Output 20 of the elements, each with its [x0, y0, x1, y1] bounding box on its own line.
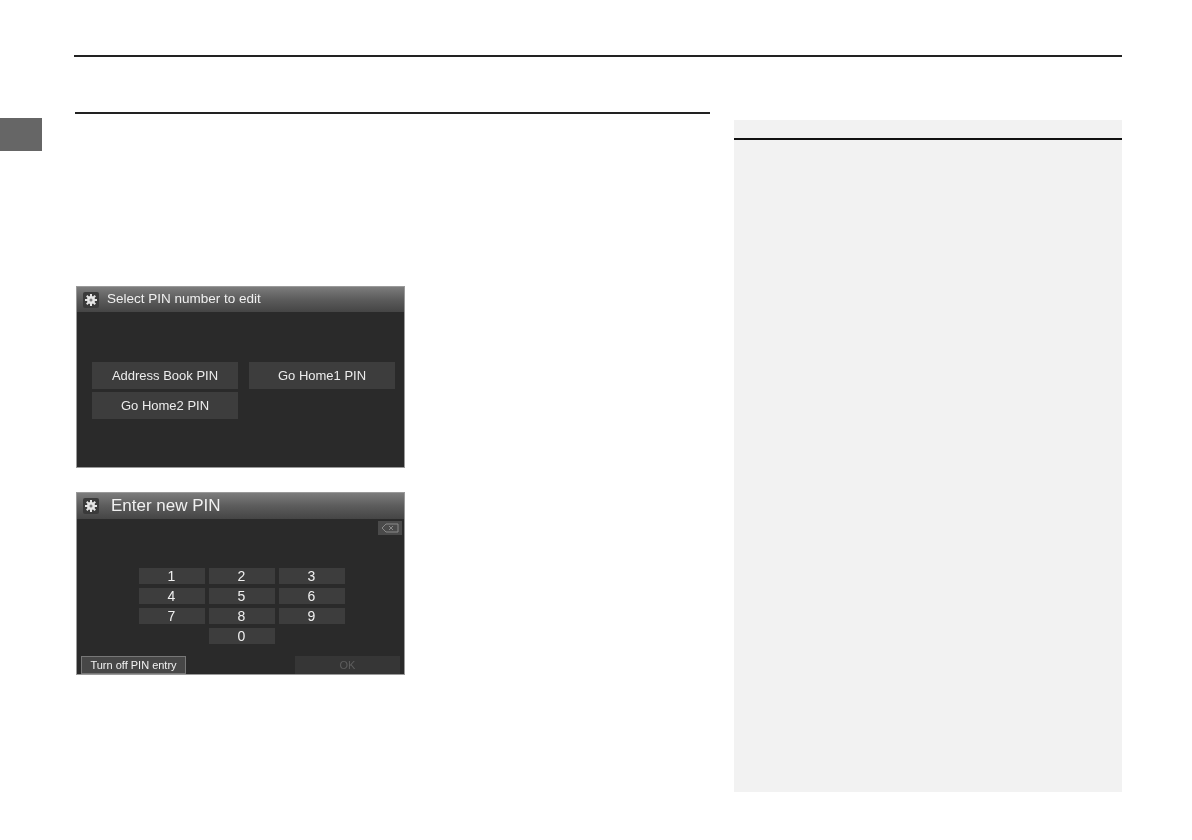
pin-option-button[interactable]: Go Home1 PIN: [249, 362, 395, 389]
screen-title: Enter new PIN: [111, 495, 221, 518]
chapter-marker: [0, 118, 42, 151]
keypad-key[interactable]: 6: [278, 588, 345, 604]
gear-icon: [83, 498, 99, 514]
keypad-key[interactable]: 3: [278, 568, 345, 584]
keypad-key[interactable]: 0: [208, 628, 275, 644]
keypad-key[interactable]: 4: [138, 588, 205, 604]
backspace-icon[interactable]: [378, 521, 402, 535]
pin-option-button[interactable]: Go Home2 PIN: [92, 392, 238, 419]
keypad-key[interactable]: 7: [138, 608, 205, 624]
keypad-key[interactable]: 9: [278, 608, 345, 624]
screen-title: Select PIN number to edit: [107, 290, 261, 309]
keypad-key[interactable]: 8: [208, 608, 275, 624]
keypad-key[interactable]: 1: [138, 568, 205, 584]
gear-icon: [83, 291, 99, 308]
footer-button[interactable]: Turn off PIN entry: [81, 656, 186, 674]
keypad-key[interactable]: 5: [208, 588, 275, 604]
pin-option-button[interactable]: Address Book PIN: [92, 362, 238, 389]
keypad-key[interactable]: 2: [208, 568, 275, 584]
